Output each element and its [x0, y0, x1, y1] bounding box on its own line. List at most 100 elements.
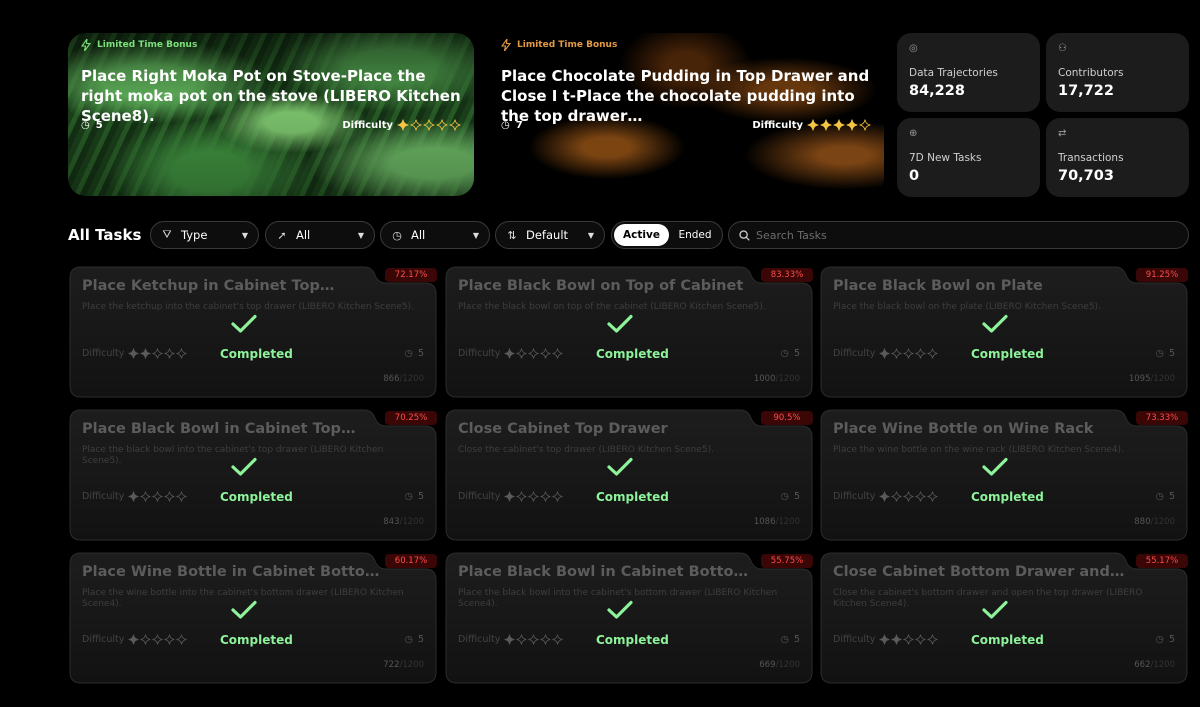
toggle-ended[interactable]: Ended [670, 224, 720, 246]
completion-badge: 60.17% [385, 554, 437, 568]
dropdown-value: All [296, 228, 311, 242]
star-empty-icon [903, 634, 914, 645]
completion-badge: 73.33% [1136, 411, 1188, 425]
difficulty-label: Difficulty [82, 348, 125, 359]
stat-value: 84,228 [909, 83, 965, 99]
star-filled-icon [879, 491, 890, 502]
star-empty-icon [152, 491, 163, 502]
star-empty-icon [176, 491, 187, 502]
completed-status: Completed [220, 633, 293, 647]
task-title: Place Wine Bottle in Cabinet Botto… [82, 564, 380, 580]
task-card[interactable]: 91.25% Place Black Bowl on Plate Place the… [820, 266, 1188, 398]
hero-task-card-1[interactable]: Limited Time Bonus Place Right Moka Pot … [68, 33, 474, 196]
star-filled-icon [128, 491, 139, 502]
timer-icon: ◷ [404, 348, 413, 359]
completion-badge: 90.5% [761, 411, 813, 425]
timer-icon: ◷ [1155, 634, 1164, 645]
timer-icon: ◷ [780, 634, 789, 645]
sort-icon: ⇅ [507, 228, 517, 242]
star-empty-icon [552, 348, 563, 359]
task-card[interactable]: 55.17% Close Cabinet Bottom Drawer and… Cl… [820, 552, 1188, 684]
stat-label: Contributors [1058, 67, 1124, 79]
lightning-icon [501, 39, 511, 51]
difficulty-label: Difficulty [833, 491, 876, 502]
star-filled-icon [891, 634, 902, 645]
star-empty-icon [859, 119, 871, 131]
progress-value: 1000 [753, 374, 776, 384]
difficulty-label: Difficulty [458, 634, 501, 645]
difficulty-label: Difficulty [458, 491, 501, 502]
count-value: 5 [1168, 634, 1175, 645]
star-empty-icon [152, 634, 163, 645]
search-icon [739, 229, 750, 241]
completed-status: Completed [596, 347, 669, 361]
toggle-active[interactable]: Active [614, 224, 669, 246]
difficulty-label: Difficulty [82, 491, 125, 502]
checkmark-icon [982, 314, 1008, 333]
stat-new-tasks: ⊕ 7D New Tasks 0 [897, 118, 1040, 197]
star-empty-icon [540, 491, 551, 502]
star-empty-icon [152, 348, 163, 359]
filter-icon: ⛛ [162, 228, 172, 241]
progress-value: 866 [383, 374, 400, 384]
difficulty-rating: Difficulty [82, 491, 187, 502]
star-filled-icon [504, 348, 515, 359]
stat-label: Data Trajectories [909, 67, 998, 79]
hero-task-title: Place Right Moka Pot on Stove-Place the … [81, 67, 461, 125]
count-value: 5 [793, 634, 800, 645]
star-filled-icon [879, 634, 890, 645]
star-empty-icon [552, 634, 563, 645]
completion-badge: 72.17% [385, 268, 437, 282]
progress-total: /1200 [775, 517, 801, 527]
time-filter-dropdown[interactable]: ◷ All ▼ [380, 221, 490, 249]
task-card[interactable]: 73.33% Place Wine Bottle on Wine Rack Plac… [820, 409, 1188, 541]
caret-down-icon: ▼ [357, 230, 364, 240]
timer-icon: ◷ [1155, 348, 1164, 359]
search-input[interactable] [756, 228, 1176, 242]
task-card[interactable]: 90.5% Close Cabinet Top Drawer Close the c… [445, 409, 813, 541]
star-rating [879, 348, 938, 359]
star-empty-icon [176, 634, 187, 645]
star-empty-icon [140, 634, 151, 645]
task-progress: 866/1200 [383, 374, 424, 384]
star-empty-icon [891, 348, 902, 359]
clock-icon: ◷ [392, 228, 402, 242]
task-card[interactable]: 60.17% Place Wine Bottle in Cabinet Botto… [69, 552, 437, 684]
task-card[interactable]: 72.17% Place Ketchup in Cabinet Top… Place… [69, 266, 437, 398]
dropdown-value: Type [181, 228, 208, 242]
difficulty-rating: Difficulty [833, 491, 938, 502]
count-value: 5 [793, 348, 800, 359]
task-card[interactable]: 70.25% Place Black Bowl in Cabinet Top… Pl… [69, 409, 437, 541]
completion-badge: 55.17% [1136, 554, 1188, 568]
difficulty-rating: Difficulty [458, 491, 563, 502]
difficulty-rating: Difficulty [458, 634, 563, 645]
hero-task-count: 7 [515, 119, 523, 131]
sort-dropdown[interactable]: ⇅ Default ▼ [495, 221, 605, 249]
progress-total: /1200 [1150, 660, 1176, 670]
search-box[interactable] [728, 221, 1189, 249]
type-filter-dropdown[interactable]: ⛛ Type ▼ [150, 221, 259, 249]
badge-label: Limited Time Bonus [517, 40, 618, 50]
task-card[interactable]: 55.75% Place Black Bowl in Cabinet Botto…… [445, 552, 813, 684]
completed-status: Completed [971, 490, 1044, 504]
count-value: 5 [417, 491, 424, 502]
reward-filter-dropdown[interactable]: ➚ All ▼ [265, 221, 375, 249]
progress-total: /1200 [775, 374, 801, 384]
timer-icon: ◷ [404, 491, 413, 502]
task-progress: 843/1200 [383, 517, 424, 527]
star-empty-icon [915, 348, 926, 359]
task-description: Place the black bowl on top of the cabin… [458, 302, 766, 312]
stat-contributors: ⚇ Contributors 17,722 [1046, 33, 1189, 112]
star-rating [504, 491, 563, 502]
difficulty-rating: Difficulty [752, 119, 871, 131]
star-empty-icon [552, 491, 563, 502]
task-count: ◷ 5 [1156, 491, 1175, 502]
star-empty-icon [516, 634, 527, 645]
checkmark-icon [231, 457, 257, 476]
progress-total: /1200 [399, 374, 425, 384]
hero-task-card-2[interactable]: Limited Time Bonus Place Chocolate Puddi… [488, 33, 884, 196]
star-empty-icon [516, 348, 527, 359]
timer-icon: ◷ [780, 348, 789, 359]
star-empty-icon [436, 119, 448, 131]
task-card[interactable]: 83.33% Place Black Bowl on Top of Cabinet… [445, 266, 813, 398]
